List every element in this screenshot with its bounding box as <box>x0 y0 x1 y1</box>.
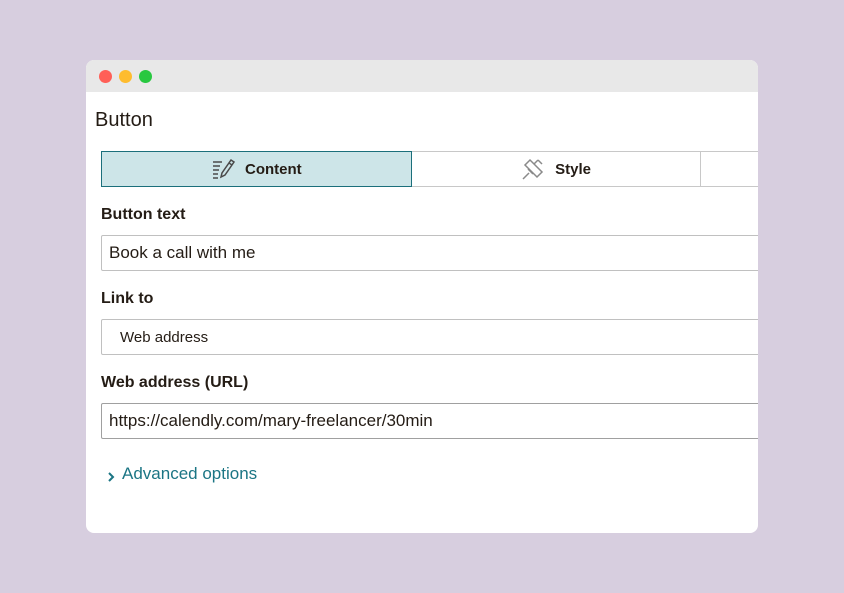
minimize-window-button[interactable] <box>119 70 132 83</box>
tab-style-label: Style <box>555 160 591 178</box>
tab-content-label: Content <box>244 160 302 178</box>
zoom-window-button[interactable] <box>139 70 152 83</box>
window-titlebar <box>86 60 758 92</box>
button-text-value: Book a call with me <box>109 243 256 262</box>
chevron-right-icon <box>106 468 116 482</box>
link-to-selected-value: Web address <box>120 328 209 346</box>
url-input[interactable]: https://calendly.com/mary-freelancer/30m… <box>101 403 758 439</box>
panel-title: Button <box>95 109 153 131</box>
link-to-select[interactable]: Web address <box>101 319 758 355</box>
advanced-options-toggle[interactable]: Advanced options <box>106 464 257 484</box>
button-text-label: Button text <box>101 206 186 223</box>
tab-style[interactable]: Style <box>411 151 702 187</box>
tab-content[interactable]: Content <box>101 151 412 187</box>
pencil-edit-icon <box>211 157 236 181</box>
close-window-button[interactable] <box>99 70 112 83</box>
tab-bar: Content Style <box>101 151 758 187</box>
advanced-options-label: Advanced options <box>122 464 258 483</box>
url-label: Web address (URL) <box>101 374 249 391</box>
editor-window: Button Content Style Button text Book a … <box>86 60 758 533</box>
url-value: https://calendly.com/mary-freelancer/30m… <box>109 411 433 430</box>
tab-overflow[interactable] <box>701 151 758 187</box>
button-text-input[interactable]: Book a call with me <box>101 235 758 271</box>
link-to-label: Link to <box>101 290 154 307</box>
paint-brush-icon <box>521 157 545 181</box>
